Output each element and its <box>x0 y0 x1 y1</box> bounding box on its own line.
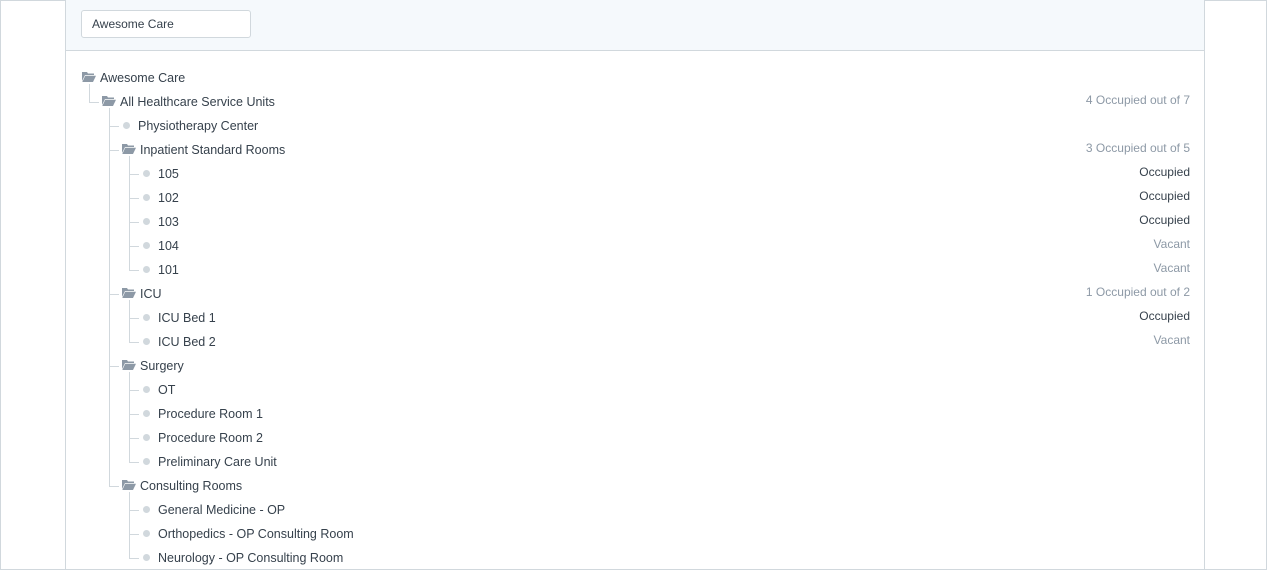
tree-node-icu[interactable]: ICU 1 Occupied out of 2 <box>122 282 1190 306</box>
tree-connector <box>129 558 139 559</box>
tree-node-room[interactable]: OT <box>142 378 1190 402</box>
tree-node-room[interactable]: General Medicine - OP <box>142 498 1190 522</box>
tree-node-label[interactable]: 101 <box>158 262 179 278</box>
folder-open-icon <box>102 96 116 106</box>
leaf-dot-icon <box>143 170 150 177</box>
tree-node-awesome-care[interactable]: Awesome Care <box>82 66 1190 90</box>
tree-node-label[interactable]: Orthopedics - OP Consulting Room <box>158 526 354 542</box>
occupancy-status: Occupied <box>1139 309 1190 323</box>
leaf-dot-icon <box>143 338 150 345</box>
tree-connector <box>109 486 119 487</box>
tree-node-all-healthcare-service-units[interactable]: All Healthcare Service Units 4 Occupied … <box>102 90 1190 114</box>
leaf-dot-icon <box>143 314 150 321</box>
occupancy-status: Vacant <box>1153 237 1190 251</box>
leaf-dot-icon <box>143 506 150 513</box>
tree-connector <box>129 372 130 463</box>
leaf-dot-icon <box>143 194 150 201</box>
tree-node-room[interactable]: Procedure Room 1 <box>142 402 1190 426</box>
leaf-dot-icon <box>143 410 150 417</box>
leaf-dot-icon <box>143 242 150 249</box>
tree-node-label[interactable]: Awesome Care <box>100 70 185 86</box>
tree-node-label[interactable]: OT <box>158 382 175 398</box>
tree-node-label[interactable]: General Medicine - OP <box>158 502 285 518</box>
tree-node-label[interactable]: 102 <box>158 190 179 206</box>
tree-node-room[interactable]: 102 Occupied <box>142 186 1190 210</box>
tree-node-label[interactable]: ICU <box>140 286 162 302</box>
tree-connector <box>129 246 139 247</box>
leaf-dot-icon <box>143 386 150 393</box>
tree-connector <box>129 462 139 463</box>
tree-connector <box>129 198 139 199</box>
tree-node-label[interactable]: Procedure Room 1 <box>158 406 263 422</box>
leaf-dot-icon <box>123 122 130 129</box>
tree-node-label[interactable]: All Healthcare Service Units <box>120 94 275 110</box>
tree-node-label[interactable]: 104 <box>158 238 179 254</box>
folder-open-icon <box>82 72 96 82</box>
tree-node-label[interactable]: Preliminary Care Unit <box>158 454 277 470</box>
tree-connector <box>109 366 119 367</box>
tree-node-label[interactable]: Physiotherapy Center <box>138 118 258 134</box>
tree-connector <box>129 390 139 391</box>
tree-connector <box>109 108 110 487</box>
tree-connector <box>129 438 139 439</box>
tree-node-label[interactable]: Neurology - OP Consulting Room <box>158 550 343 566</box>
tree-node-label[interactable]: 103 <box>158 214 179 230</box>
tree-connector <box>129 174 139 175</box>
tree-node-inpatient-standard-rooms[interactable]: Inpatient Standard Rooms 3 Occupied out … <box>122 138 1190 162</box>
tree-node-label[interactable]: ICU Bed 2 <box>158 334 216 350</box>
tree-connector <box>129 318 139 319</box>
occupancy-status: Occupied <box>1139 213 1190 227</box>
tree-connector <box>129 510 139 511</box>
tree-connector <box>129 222 139 223</box>
tree-node-bed[interactable]: ICU Bed 1 Occupied <box>142 306 1190 330</box>
occupancy-status: Occupied <box>1139 189 1190 203</box>
folder-open-icon <box>122 360 136 370</box>
tree-connector <box>109 150 119 151</box>
tree-node-label[interactable]: Procedure Room 2 <box>158 430 263 446</box>
tree-node-physiotherapy-center[interactable]: Physiotherapy Center <box>122 114 1190 138</box>
tree-node-label[interactable]: Surgery <box>140 358 184 374</box>
tree-node-room[interactable]: Neurology - OP Consulting Room <box>142 546 1190 570</box>
tree-node-room[interactable]: 101 Vacant <box>142 258 1190 282</box>
leaf-dot-icon <box>143 266 150 273</box>
tree-node-consulting-rooms[interactable]: Consulting Rooms <box>122 474 1190 498</box>
occupancy-summary: 4 Occupied out of 7 <box>1085 93 1190 107</box>
tree-node-room[interactable]: 103 Occupied <box>142 210 1190 234</box>
leaf-dot-icon <box>143 218 150 225</box>
tree-connector <box>129 342 139 343</box>
leaf-dot-icon <box>143 554 150 561</box>
tree-connector <box>129 300 130 343</box>
tree-node-room[interactable]: 104 Vacant <box>142 234 1190 258</box>
folder-open-icon <box>122 144 136 154</box>
occupancy-status: Vacant <box>1153 261 1190 275</box>
folder-open-icon <box>122 480 136 490</box>
tree-node-room[interactable]: Procedure Room 2 <box>142 426 1190 450</box>
tree-connector <box>129 414 139 415</box>
leaf-dot-icon <box>143 458 150 465</box>
tree-connector <box>109 294 119 295</box>
leaf-dot-icon <box>143 434 150 441</box>
occupancy-summary: 1 Occupied out of 2 <box>1085 285 1190 299</box>
occupancy-status: Vacant <box>1153 333 1190 347</box>
tree-node-label[interactable]: ICU Bed 1 <box>158 310 216 326</box>
tree-panel: Awesome Care All Healthcare Service Unit… <box>65 0 1205 569</box>
tree-connector <box>129 534 139 535</box>
tree-connector <box>89 102 99 103</box>
healthcare-unit-tree: Awesome Care All Healthcare Service Unit… <box>66 0 1204 569</box>
folder-open-icon <box>122 288 136 298</box>
tree-node-room[interactable]: Orthopedics - OP Consulting Room <box>142 522 1190 546</box>
tree-node-label[interactable]: 105 <box>158 166 179 182</box>
tree-node-label[interactable]: Inpatient Standard Rooms <box>140 142 285 158</box>
occupancy-summary: 3 Occupied out of 5 <box>1085 141 1190 155</box>
leaf-dot-icon <box>143 530 150 537</box>
tree-node-room[interactable]: Preliminary Care Unit <box>142 450 1190 474</box>
tree-node-surgery[interactable]: Surgery <box>122 354 1190 378</box>
tree-connector <box>129 492 130 559</box>
tree-connector <box>109 126 119 127</box>
tree-node-label[interactable]: Consulting Rooms <box>140 478 242 494</box>
tree-node-bed[interactable]: ICU Bed 2 Vacant <box>142 330 1190 354</box>
occupancy-status: Occupied <box>1139 165 1190 179</box>
tree-node-room[interactable]: 105 Occupied <box>142 162 1190 186</box>
tree-connector <box>129 270 139 271</box>
